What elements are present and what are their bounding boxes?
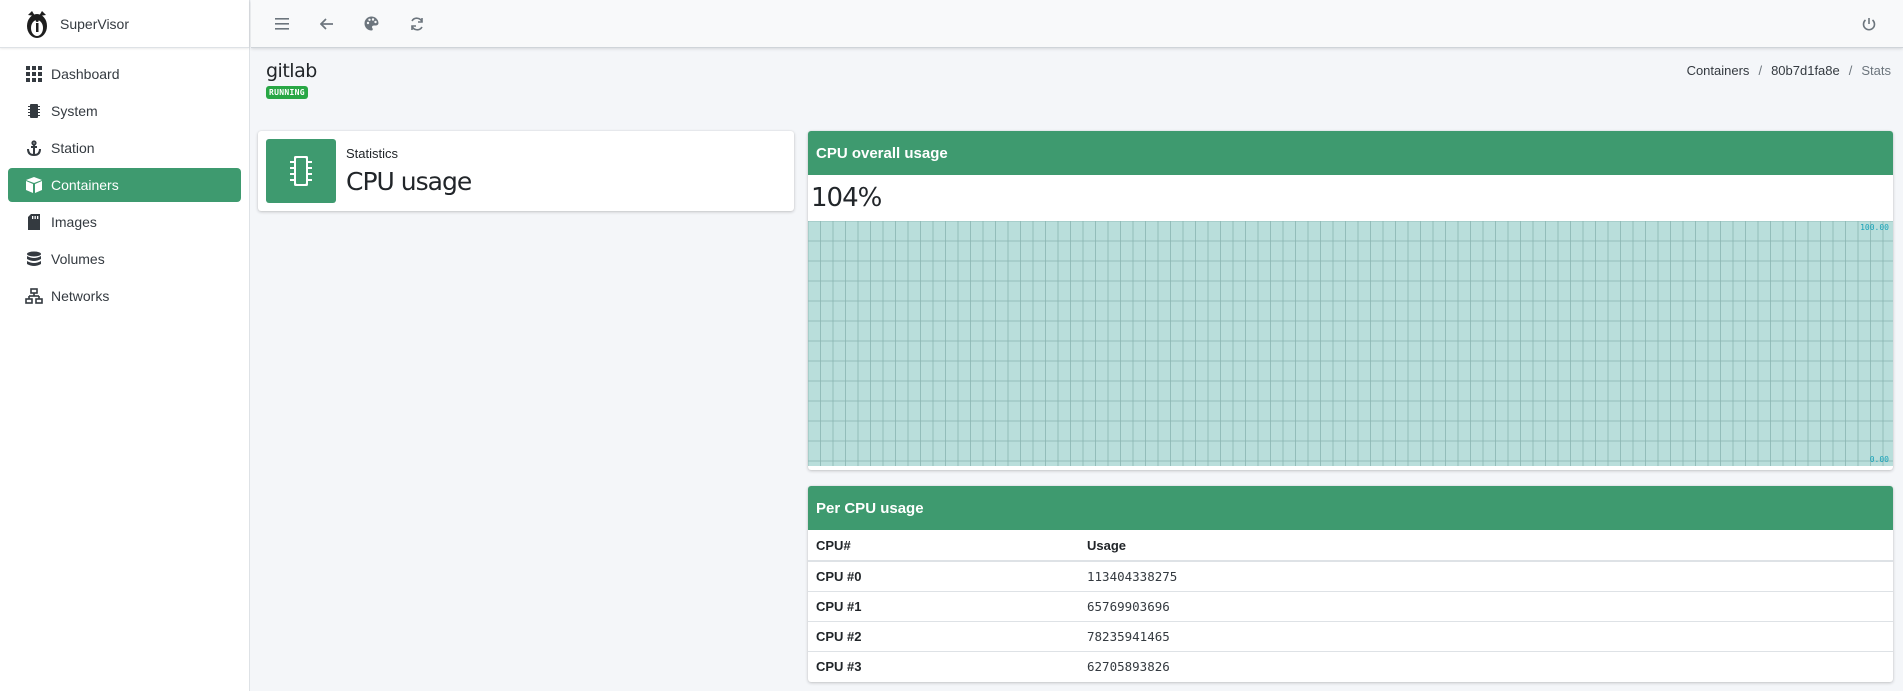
sidebar-nav: Dashboard System Station Containers Imag… [0,48,249,313]
chart-min-label: 0.00 [1870,455,1889,464]
sidebar-item-networks[interactable]: Networks [8,279,241,313]
table-row: CPU #1 65769903696 [808,591,1893,622]
refresh-button[interactable] [394,0,439,48]
per-cpu-table: CPU# Usage CPU #0 113404338275 CPU #1 65… [808,530,1893,681]
chart-max-label: 100.00 [1860,223,1889,232]
breadcrumb-stats: Stats [1861,63,1891,78]
cpu-usage-cell: 113404338275 [1079,561,1893,592]
cpu-usage-chart-svg: 100.00 0.00 [808,221,1893,466]
menu-button[interactable] [259,0,304,48]
topbar [251,0,1903,48]
cpu-usage-cell: 65769903696 [1079,591,1893,622]
sidebar-item-label: Networks [51,288,110,304]
breadcrumb-separator: / [1848,63,1853,78]
sidebar-item-images[interactable]: Images [8,205,241,239]
sidebar-item-label: Containers [51,177,119,193]
table-row: CPU #3 62705893826 [808,651,1893,681]
chip-icon [290,156,312,186]
sidebar-item-containers[interactable]: Containers [8,168,241,202]
table-header-row: CPU# Usage [808,530,1893,562]
back-arrow-icon [319,17,333,30]
sidebar-item-label: Dashboard [51,66,120,82]
breadcrumb: Containers / 80b7d1fa8e / Stats [1687,63,1891,78]
sidebar-item-label: Station [51,140,95,156]
sidebar: SuperVisor Dashboard System Station Cont… [0,0,250,691]
per-cpu-card-title: Per CPU usage [808,486,1893,530]
back-button[interactable] [304,0,349,48]
anchor-icon [25,139,43,157]
info-box-icon [266,139,336,203]
sidebar-item-label: Volumes [51,251,105,267]
info-box-number: CPU usage [346,167,472,196]
statistics-info-box: Statistics CPU usage [258,131,794,211]
info-box-content: Statistics CPU usage [346,146,472,196]
brand-name: SuperVisor [60,15,130,32]
breadcrumb-container-id[interactable]: 80b7d1fa8e [1771,63,1840,78]
cpu-name-cell: CPU #0 [808,561,1079,592]
cpu-overall-card: CPU overall usage 104% 100.00 0.00 [808,131,1893,470]
power-button[interactable] [1846,0,1891,48]
refresh-icon [410,16,423,31]
brand-logo [27,10,47,38]
column-header-cpu: CPU# [808,530,1079,562]
cpu-overall-card-title: CPU overall usage [808,131,1893,175]
sidebar-item-station[interactable]: Station [8,131,241,165]
cpu-usage-cell: 62705893826 [1087,658,1170,674]
cpu-usage-cell: 78235941465 [1079,621,1893,652]
sidebar-item-label: Images [51,214,97,230]
page-title: gitlab [266,60,317,82]
menu-icon [274,17,289,30]
network-icon [25,287,43,305]
cpu-overall-value: 104% [811,183,882,213]
status-badge: RUNNING [266,86,308,99]
cpu-usage-chart: 100.00 0.00 [808,221,1893,466]
breadcrumb-containers[interactable]: Containers [1687,63,1750,78]
content-header: gitlab RUNNING Containers / 80b7d1fa8e /… [266,60,1891,110]
sidebar-item-volumes[interactable]: Volumes [8,242,241,276]
sidebar-item-dashboard[interactable]: Dashboard [8,57,241,91]
sidebar-item-label: System [51,103,98,119]
sidebar-item-system[interactable]: System [8,94,241,128]
brand[interactable]: SuperVisor [0,0,249,48]
sd-card-icon [25,213,43,231]
table-row: CPU #2 78235941465 [808,621,1893,652]
per-cpu-card: Per CPU usage CPU# Usage CPU #0 11340433… [808,486,1893,682]
power-icon [1862,17,1875,31]
cpu-name-cell: CPU #1 [808,591,1079,622]
breadcrumb-separator: / [1758,63,1763,78]
theme-button[interactable] [349,0,394,48]
table-row: CPU #0 113404338275 [808,561,1893,592]
palette-icon [364,16,379,31]
cpu-name-cell: CPU #3 [816,658,862,674]
cpu-name-cell: CPU #2 [808,621,1079,652]
column-header-usage: Usage [1079,530,1893,562]
chip-icon [25,102,43,120]
grid-icon [25,65,43,83]
database-icon [25,250,43,268]
info-box-text: Statistics [346,146,399,161]
boxes-icon [25,176,43,194]
